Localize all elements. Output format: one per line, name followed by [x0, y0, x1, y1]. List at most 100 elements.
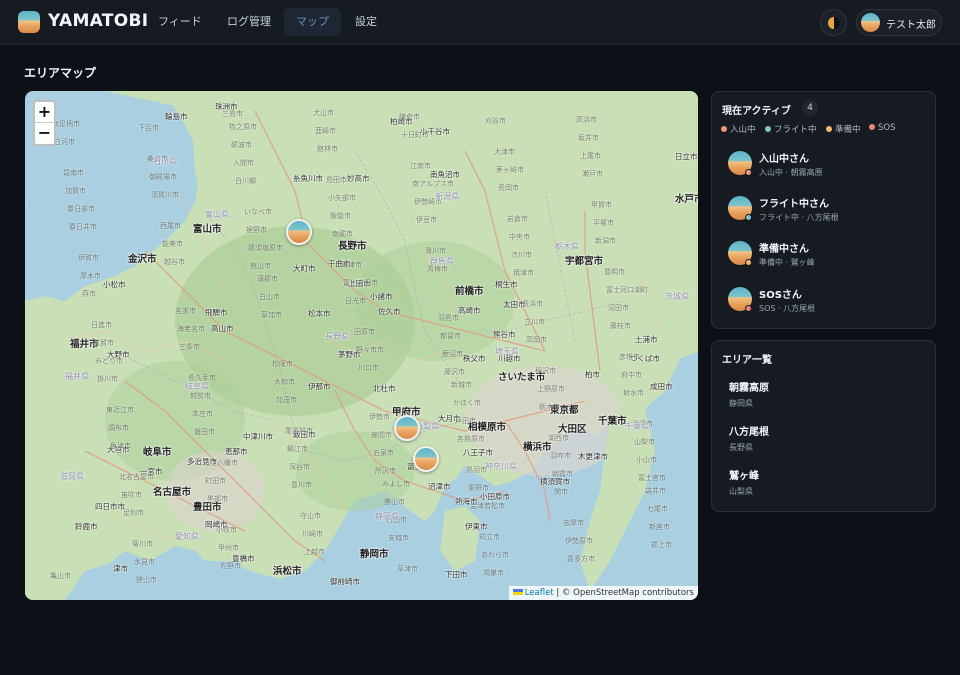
map-place-label: 松阪市 [272, 360, 293, 368]
map-place-label: 大和市 [274, 378, 295, 386]
map-place-label: 水戸市 [675, 194, 698, 205]
map-place-label: 野々市市 [356, 346, 384, 354]
map-place-label: 知立市 [479, 533, 500, 541]
user-menu-button[interactable]: テスト太郎 [856, 9, 942, 36]
map-place-label: 柏市 [585, 370, 600, 379]
leaflet-link[interactable]: Leaflet [525, 588, 554, 598]
map-place-label: 富士河口湖町 [606, 286, 648, 294]
nav-map[interactable]: マップ [284, 8, 341, 36]
active-user-item[interactable]: 入山中さん 入山中 · 朝霧高原 [728, 147, 928, 183]
legend-preparing: 準備中 [826, 123, 861, 135]
map-place-label: 佐久市 [378, 307, 401, 316]
map-place-label: 鯖江市 [287, 445, 308, 453]
map-marker-happo-one[interactable] [286, 219, 312, 245]
map-place-label: みよし市 [382, 480, 410, 488]
map-place-label: 加賀市 [65, 187, 86, 195]
map-place-label: 本庄市 [192, 410, 213, 418]
map-place-label: 糸魚川市 [293, 174, 323, 183]
page-title: エリアマップ [24, 66, 97, 80]
map-place-label: 東近江市 [106, 406, 134, 414]
map-place-label: 小矢部市 [328, 194, 356, 202]
map-place-label: 三島市 [222, 110, 243, 118]
map-place-label: 上野原市 [537, 385, 565, 393]
map-place-label: 北名古屋市 [119, 473, 154, 481]
active-user-item[interactable]: フライト中さん フライト中 · 八方尾根 [728, 192, 928, 228]
map-marker-asagiri-kogen[interactable] [413, 446, 439, 472]
map-place-label: 浜松市 [273, 566, 302, 577]
map-place-label: 瀬戸市 [582, 170, 603, 178]
map-place-label: 焼津市 [513, 269, 534, 277]
user-avatar [861, 13, 880, 32]
map-place-label: 刈谷市 [485, 117, 506, 125]
map-place-label: 小山市 [636, 456, 657, 464]
zoom-out-button[interactable]: − [35, 123, 54, 144]
nav-feed[interactable]: フィード [146, 8, 214, 36]
map-prefecture-label: 福井県 [65, 372, 89, 381]
map-place-label: 金沢市 [128, 254, 157, 265]
brand-name[interactable]: YAMATOBI [48, 11, 148, 31]
map-place-label: 渋川市 [511, 251, 532, 259]
map-prefecture-label: 静岡県 [375, 512, 399, 521]
active-user-item[interactable]: 準備中さん 準備中 · 鷲ヶ峰 [728, 237, 928, 273]
map-place-label: 滑川市 [425, 247, 446, 255]
legend-flight: フライト中 [765, 123, 817, 135]
map-place-label: 都留市 [440, 332, 461, 340]
map-place-label: 七尾市 [647, 505, 668, 513]
status-dot-icon [869, 124, 875, 130]
legend-climbing: 入山中 [721, 123, 756, 135]
map-place-label: 菊川市 [132, 540, 153, 548]
status-dot-icon [765, 126, 771, 132]
map-marker-washigamine[interactable] [394, 415, 420, 441]
active-user-name: SOSさん [759, 290, 802, 301]
map-prefecture-label: 埼玉県 [495, 347, 519, 356]
map-attribution: Leaflet | © OpenStreetMap contributors [508, 586, 698, 600]
map-place-label: 袋井市 [645, 487, 666, 495]
map-place-label: 五泉市 [373, 449, 394, 457]
map-place-label: 那須塩原市 [248, 244, 283, 252]
active-panel-title: 現在アクティブ [722, 106, 791, 117]
active-users-panel: 現在アクティブ 4 入山中 フライト中 準備中 SOS 入山中さん 入山中 · … [711, 91, 936, 329]
map-place-label: 敦賀市 [93, 339, 114, 347]
map-place-label: 牧之原市 [229, 123, 257, 131]
area-name: 鷲ヶ峰 [729, 471, 759, 482]
active-user-item[interactable]: SOSさん SOS · 八方尾根 [728, 283, 928, 319]
map-place-label: 高山市 [211, 324, 234, 333]
map-place-label: 中央市 [509, 233, 530, 241]
map-place-label: 伊東市 [465, 522, 488, 531]
area-item[interactable]: 鷲ヶ峰 山梨県 [729, 467, 759, 497]
zoom-in-button[interactable]: + [35, 102, 54, 123]
map-place-label: 平塚市 [593, 219, 614, 227]
area-name: 朝霧高原 [729, 383, 769, 394]
area-item[interactable]: 八方尾根 長野県 [729, 423, 769, 453]
map-prefecture-label: 愛知県 [175, 532, 199, 541]
nav-log-management[interactable]: ログ管理 [215, 8, 283, 36]
map-place-label: 勝山市 [384, 498, 405, 506]
theme-toggle-button[interactable] [820, 9, 847, 36]
map-place-label: 白河市 [54, 138, 75, 146]
area-map[interactable]: 輪島市 珠洲市 柏崎市 小千谷市 南魚沼市 糸魚川市 妙高市 長野市 千曲市 上田市 大町市 松本市佐… [25, 91, 698, 600]
map-place-label: 志摩市 [563, 519, 584, 527]
map-place-label: 鎌倉市 [399, 113, 420, 121]
map-place-label: 裾野市 [246, 226, 267, 234]
map-place-label: 輪島市 [165, 112, 188, 121]
yamatobi-logo-icon[interactable] [18, 11, 40, 33]
nav-settings[interactable]: 設定 [343, 8, 389, 36]
map-place-label: 立川市 [524, 318, 545, 326]
map-place-label: 狭山市 [136, 576, 157, 584]
map-place-label: 宇都宮市 [565, 256, 604, 267]
map-place-label: 前橋市 [455, 286, 484, 297]
map-place-label: 掛川市 [97, 375, 118, 383]
map-place-label: いなべ市 [244, 208, 272, 216]
map-place-label: 日光市 [345, 297, 366, 305]
area-item[interactable]: 朝霧高原 静岡県 [729, 379, 769, 409]
map-place-label: 日進市 [91, 321, 112, 329]
status-dot-icon [826, 126, 832, 132]
map-place-label: 亀山市 [50, 572, 71, 580]
map-place-label: 八王子市 [463, 448, 493, 457]
map-place-label: 羽咋市 [550, 452, 571, 460]
map-place-label: 中津川市 [243, 432, 273, 441]
map-place-label: 岩倉市 [507, 215, 528, 223]
map-place-label: 南アルプス市 [412, 180, 454, 188]
map-place-label: 御殿場市 [149, 173, 177, 181]
zoom-control: + − [33, 100, 56, 146]
